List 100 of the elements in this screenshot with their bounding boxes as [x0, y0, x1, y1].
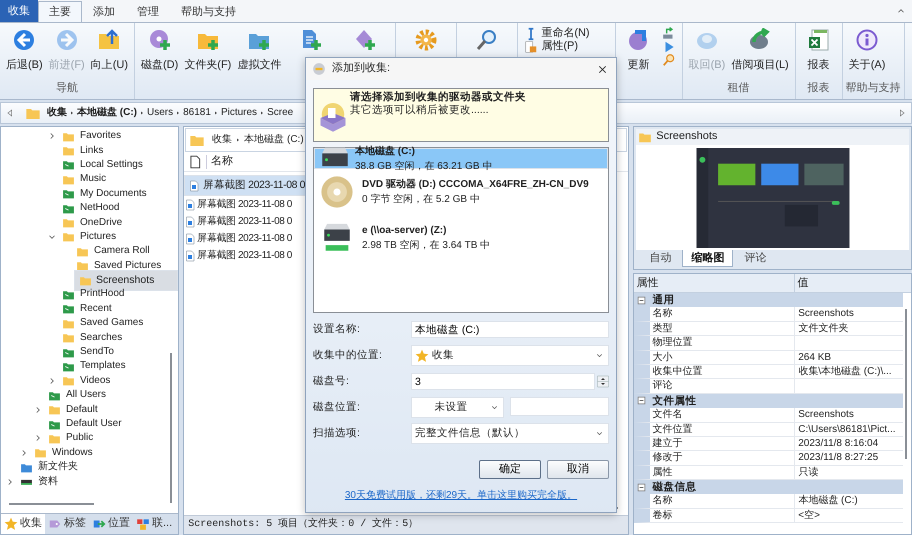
file-row[interactable]: 屏幕截图 2023-11-08 0	[184, 213, 300, 230]
ribbon-tab[interactable]: 主要	[38, 1, 82, 22]
tree-item[interactable]: Public	[46, 431, 96, 446]
tree-item[interactable]: My Documents	[60, 186, 150, 201]
blocks-icon	[136, 517, 150, 531]
purchase-link[interactable]: 30天免费试用版，还剩29天。单击这里购买完全版。	[344, 490, 578, 501]
collapse-icon[interactable]	[637, 396, 646, 406]
vertical-scrollbar[interactable]	[170, 353, 172, 503]
field-label: 磁盘位置:	[313, 401, 361, 414]
property-value: 2023/11/8 8:27:25	[798, 452, 878, 464]
column-header[interactable]: 名称	[206, 155, 234, 169]
tree-item[interactable]: Saved Games	[60, 316, 146, 330]
ribbon-button[interactable]: 更新	[618, 23, 659, 82]
ribbon-group-label: 导航	[56, 82, 78, 94]
tree-item[interactable]: Windows	[32, 446, 96, 460]
tree-item[interactable]: Music	[60, 172, 110, 186]
tree-item[interactable]: Favorites	[60, 129, 124, 144]
preview-tab[interactable]: 缩略图	[682, 250, 734, 267]
tree-item[interactable]: Default User	[46, 417, 125, 431]
file-row[interactable]: 屏幕截图 2023-11-08 0	[184, 230, 300, 247]
ribbon-button[interactable]: 重命名(N)	[521, 27, 593, 40]
breadcrumb-item[interactable]: 收集	[212, 134, 232, 146]
ribbon-button[interactable]: 磁盘(D)	[138, 23, 182, 82]
cancel-button[interactable]: 取消	[547, 460, 609, 479]
preview-tab[interactable]: 自动	[640, 250, 680, 267]
breadcrumb-item[interactable]: 本地磁盘 (C:)	[77, 107, 137, 119]
ribbon-button[interactable]: 虚拟文件	[234, 23, 284, 82]
panel-tab[interactable]: 位置	[89, 514, 133, 534]
ribbon-button[interactable]: 报表	[798, 23, 839, 82]
tree-item[interactable]: Pictures	[60, 230, 120, 244]
tree-item[interactable]: Recent	[60, 302, 115, 316]
tree-item[interactable]: Searches	[60, 330, 126, 345]
ribbon-tab[interactable]: 添加	[82, 1, 126, 22]
tree-item[interactable]: 资料	[18, 474, 61, 489]
close-icon[interactable]	[597, 64, 608, 74]
property-value: C:\Users\86181\Pict...	[798, 424, 896, 435]
ribbon-button[interactable]: 关于(A)	[846, 23, 888, 82]
breadcrumb-separator-icon	[69, 110, 75, 116]
collapse-icon[interactable]	[637, 482, 646, 492]
banner-text: 其它选项可以稍后被更改......	[350, 104, 490, 116]
tree-item[interactable]: Videos	[60, 374, 114, 388]
tree-item[interactable]: All Users	[46, 388, 110, 402]
file-row[interactable]: 屏幕截图 2023-11-08 0	[184, 196, 300, 213]
ribbon-button[interactable]: 借阅项目(L)	[728, 23, 792, 82]
property-value: 只读	[798, 466, 818, 478]
property-name: 评论	[652, 380, 672, 392]
property-name: 文件位置	[652, 424, 692, 435]
tree-item[interactable]: SendTo	[60, 345, 117, 360]
ribbon-tab[interactable]: 帮助与支持	[170, 1, 247, 22]
breadcrumb-item[interactable]: 86181	[183, 107, 211, 119]
property-name: 建立于	[652, 438, 682, 449]
tree-item[interactable]: Local Settings	[60, 158, 146, 172]
breadcrumb-item[interactable]: Users	[147, 107, 174, 119]
spinner-icon[interactable]	[597, 373, 609, 390]
ribbon-tab[interactable]: 管理	[126, 1, 170, 22]
dropdown[interactable]: 收集	[411, 345, 609, 366]
ribbon-button[interactable]: 向上(U)	[88, 23, 131, 82]
property-name: 属性	[652, 466, 672, 478]
field-label: 设置名称:	[313, 323, 361, 336]
tree-item[interactable]: Camera Roll	[74, 244, 153, 258]
collapse-icon[interactable]	[637, 296, 646, 305]
ok-button[interactable]: 确定	[479, 460, 541, 479]
panel-tab[interactable]: 联...	[133, 514, 176, 534]
ribbon-button[interactable]: 后退(B)	[3, 23, 46, 82]
disc-plus-icon	[148, 28, 172, 52]
tree-item[interactable]: 新文件夹	[18, 460, 81, 474]
breadcrumb-separator-icon	[175, 110, 182, 116]
panel-tab[interactable]: 收集	[1, 514, 45, 534]
breadcrumb-item[interactable]: Pictures	[220, 107, 258, 119]
app-menu-tab[interactable]: 收集	[0, 0, 38, 22]
ribbon-button[interactable]: 文件夹(F)	[181, 23, 234, 82]
vertical-scrollbar[interactable]	[905, 309, 908, 459]
ribbon-button[interactable]: 属性(P)	[521, 40, 593, 53]
property-value: 本地磁盘 (C:)	[798, 495, 858, 506]
preview-tab[interactable]: 评论	[735, 250, 776, 267]
property-value: Screenshots	[798, 308, 854, 320]
number-field[interactable]: 3	[411, 373, 595, 390]
breadcrumb-item[interactable]: Scree	[267, 107, 294, 119]
drive-item[interactable]: 本地磁盘 (C:) 38.8 GB 空闲，在 63.21 GB 中	[314, 148, 608, 169]
text-field[interactable]	[510, 397, 609, 416]
panel-tab[interactable]: 标签	[45, 514, 89, 534]
property-value: <空>	[798, 510, 820, 521]
column-header[interactable]: 属性	[634, 274, 796, 292]
dropdown[interactable]: 未设置	[411, 397, 504, 418]
dropdown[interactable]: 完整文件信息（默认）	[411, 423, 609, 444]
property-name: 收集中位置	[652, 366, 702, 377]
property-value: 收集\本地磁盘 (C:)\...	[798, 366, 892, 377]
column-header[interactable]: 值	[795, 274, 808, 292]
tree-item[interactable]: Links	[60, 144, 106, 158]
drive-item[interactable]: e (\\oa-server) (Z:) 2.98 TB 空闲，在 3.64 TB 中	[314, 215, 608, 261]
file-row[interactable]: 屏幕截图 2023-11-08 0	[184, 247, 300, 264]
tree-item[interactable]: Templates	[60, 359, 129, 374]
tree-item[interactable]: NetHood	[60, 201, 122, 216]
text-field[interactable]: 本地磁盘 (C:)	[411, 321, 609, 338]
property-name: 文件名	[652, 409, 682, 420]
horizontal-scrollbar[interactable]	[9, 503, 94, 505]
breadcrumb-item[interactable]: 收集	[47, 107, 67, 119]
tree-item[interactable]: OneDrive	[60, 216, 126, 230]
breadcrumb-item[interactable]: 本地磁盘 (C:)	[244, 134, 304, 146]
tree-item[interactable]: Default	[46, 402, 101, 417]
